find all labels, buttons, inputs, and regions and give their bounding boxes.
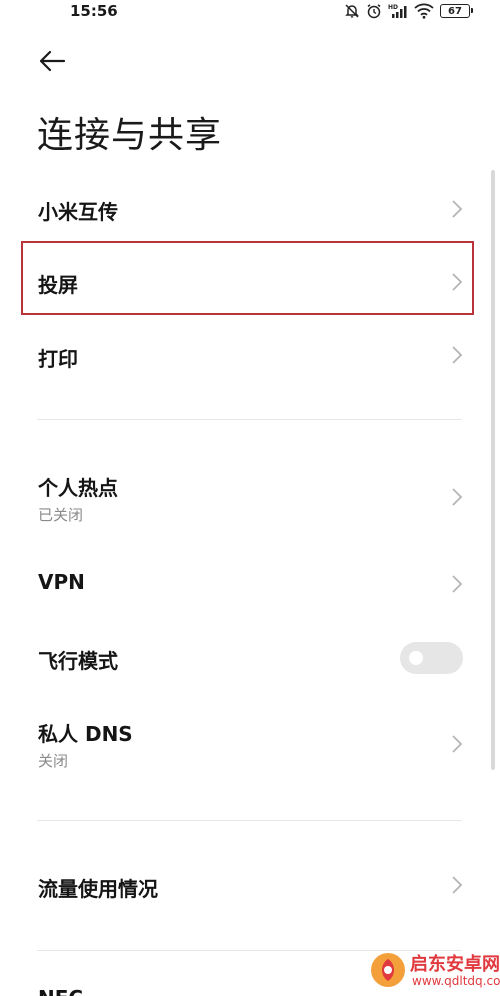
back-arrow-icon — [39, 50, 66, 72]
chevron-right-icon — [452, 488, 463, 506]
settings-item-label: 私人 DNS — [38, 722, 133, 746]
chevron-right-icon — [452, 735, 463, 753]
settings-item-label: 小米互传 — [38, 200, 118, 224]
page-title: 连接与共享 — [37, 115, 223, 156]
settings-item-hotspot[interactable]: 个人热点 已关闭 — [0, 460, 500, 536]
watermark: 启东安卓网 www.qdltdq.com — [368, 946, 500, 996]
battery-icon: 67 — [440, 4, 473, 18]
chevron-right-icon — [452, 575, 463, 593]
status-bar: 15:56 HD 67 — [0, 0, 500, 24]
alarm-icon — [367, 4, 381, 19]
watermark-title: 启东安卓网 — [410, 954, 500, 975]
watermark-logo-icon — [371, 953, 405, 987]
settings-item-data-usage[interactable]: 流量使用情况 — [0, 855, 500, 917]
settings-item-label: 流量使用情况 — [38, 877, 158, 901]
status-icons: HD 67 — [344, 1, 473, 21]
watermark-url: www.qdltdq.com — [412, 974, 500, 988]
settings-item-status: 关闭 — [38, 752, 69, 770]
settings-item-private-dns[interactable]: 私人 DNS 关闭 — [0, 706, 500, 782]
chevron-right-icon — [452, 346, 463, 364]
section-divider — [37, 820, 462, 821]
chevron-right-icon — [452, 273, 463, 291]
back-button[interactable] — [34, 46, 70, 76]
hd-signal-icon: HD — [388, 4, 407, 18]
chevron-right-icon — [452, 876, 463, 894]
status-time: 15:56 — [70, 2, 118, 20]
mute-bell-icon — [345, 4, 359, 18]
settings-item-status: 已关闭 — [38, 506, 84, 524]
scrollbar[interactable] — [491, 170, 495, 770]
settings-item-label: 飞行模式 — [38, 649, 118, 673]
svg-text:HD: HD — [388, 4, 398, 11]
settings-item-print[interactable]: 打印 — [0, 325, 500, 387]
chevron-right-icon — [452, 200, 463, 218]
settings-item-nfc[interactable]: NFC — [38, 984, 83, 996]
settings-item-vpn[interactable]: VPN — [0, 552, 500, 614]
settings-item-label: 个人热点 — [38, 476, 118, 500]
section-divider — [37, 419, 462, 420]
settings-item-label: 打印 — [38, 347, 78, 371]
settings-item-mi-share[interactable]: 小米互传 — [0, 178, 500, 240]
settings-item-label: VPN — [38, 570, 85, 594]
settings-item-screen-cast[interactable]: 投屏 — [0, 243, 500, 315]
settings-item-label: 投屏 — [38, 273, 78, 297]
wifi-icon — [414, 3, 434, 19]
airplane-mode-toggle[interactable] — [400, 642, 463, 674]
toggle-knob — [409, 651, 423, 665]
